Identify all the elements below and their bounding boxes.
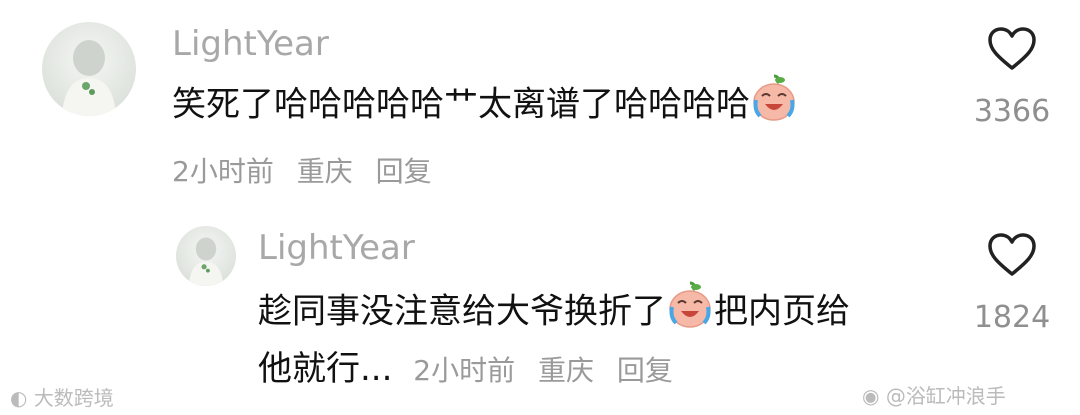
watermark-left: ◐ 大数跨境 [10, 382, 114, 411]
reply-like-section: 1824 [952, 232, 1072, 335]
watermark-left-text: 大数跨境 [33, 386, 114, 410]
reply-text-part2: 把内页给 [714, 291, 850, 332]
like-count: 3366 [973, 94, 1051, 129]
comment-time: 2小时前 [172, 155, 274, 188]
reply-avatar[interactable] [176, 226, 236, 286]
avatar[interactable] [42, 22, 136, 116]
reply-text-part3: 他就行... [258, 349, 393, 389]
reply-like-count: 1824 [973, 300, 1051, 335]
heart-icon[interactable] [987, 232, 1037, 278]
watermark-right-text: @浴缸冲浪手 [885, 384, 1006, 408]
comment-text: 笑死了哈哈哈哈哈艹太离谱了哈哈哈哈 [172, 74, 798, 138]
watermark-logo-icon: ◐ [10, 386, 28, 410]
reply-text-part1: 趁同事没注意给大爷换折了 [258, 291, 666, 332]
reply-text-line1: 趁同事没注意给大爷换折了 把内页给 [258, 281, 850, 345]
comment-thread: LightYear 笑死了哈哈哈哈哈艹太离谱了哈哈哈哈 2小时前 重庆 回复 3… [0, 0, 1080, 415]
comment-username[interactable]: LightYear [172, 24, 329, 64]
avatar-image [188, 237, 224, 286]
reply-text-line2: 他就行... 2小时前 重庆 回复 [258, 342, 687, 398]
comment-meta: 2小时前 重庆 回复 [172, 150, 446, 190]
laugh-cry-emoji [666, 281, 714, 345]
avatar-image [62, 40, 116, 116]
laugh-cry-emoji [750, 74, 798, 138]
comment-location: 重庆 [296, 155, 353, 188]
reply-meta: 2小时前 重庆 回复 [413, 354, 687, 387]
reply-reply-button[interactable]: 回复 [617, 354, 673, 387]
comment-text-body: 笑死了哈哈哈哈哈艹太离谱了哈哈哈哈 [172, 84, 750, 125]
reply-location: 重庆 [537, 354, 594, 387]
heart-icon[interactable] [987, 26, 1037, 72]
weibo-icon: ◉ [862, 384, 880, 408]
reply-time: 2小时前 [413, 354, 516, 387]
like-section: 3366 [952, 26, 1072, 129]
reply-username[interactable]: LightYear [258, 228, 415, 268]
reply-button[interactable]: 回复 [376, 155, 432, 188]
watermark-right: ◉ @浴缸冲浪手 [862, 380, 1006, 409]
